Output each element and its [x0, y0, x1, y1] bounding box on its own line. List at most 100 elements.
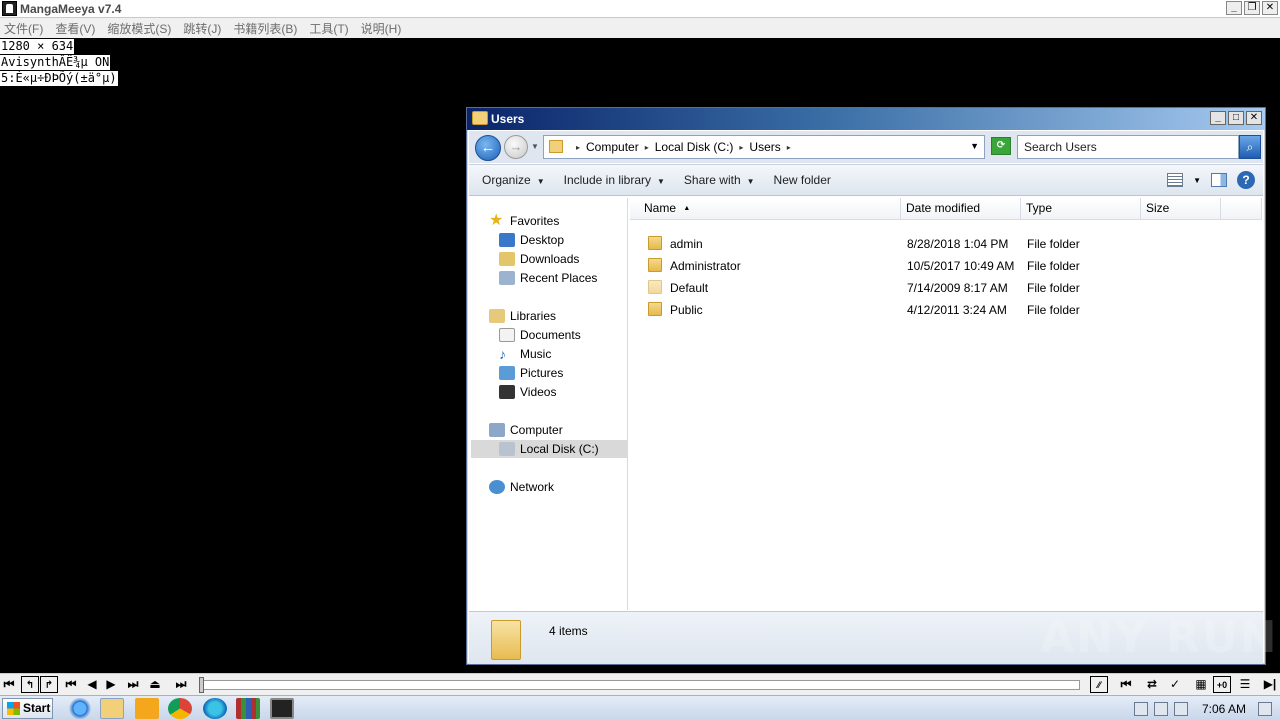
back-arrow-icon[interactable]: ← — [475, 135, 501, 161]
menu-file[interactable]: 文件(F) — [4, 20, 43, 37]
list-icon[interactable]: ☰ — [1236, 676, 1254, 693]
grid-icon[interactable]: ▦ — [1192, 676, 1210, 693]
explorer-close-button[interactable]: ✕ — [1246, 111, 1262, 125]
include-in-library-label: Include in library — [563, 173, 651, 187]
last-page-icon[interactable]: ▶| — [1261, 676, 1279, 693]
new-folder-button[interactable]: New folder — [774, 173, 831, 187]
chevron-right-icon[interactable]: ▸ — [739, 143, 743, 152]
next-book-icon[interactable]: ⏭ — [124, 676, 142, 693]
nav-music[interactable]: ♪ Music — [499, 345, 551, 363]
videos-icon — [499, 385, 515, 399]
column-header-date-modified[interactable]: Date modified — [901, 198, 1021, 220]
menu-view[interactable]: 查看(V) — [55, 20, 95, 37]
swap-direction-icon[interactable]: ⇄ — [1143, 676, 1161, 693]
edge-icon[interactable] — [203, 698, 227, 719]
menu-book-list[interactable]: 书籍列表(B) — [233, 20, 297, 37]
winrar-icon[interactable] — [236, 698, 260, 719]
rotate-right-icon[interactable]: ↱ — [40, 676, 58, 693]
help-icon[interactable]: ? — [1237, 171, 1255, 189]
table-row[interactable]: Administrator 10/5/2017 10:49 AM File fo… — [630, 255, 1262, 277]
table-row[interactable]: Public 4/12/2011 3:24 AM File folder — [630, 299, 1262, 321]
include-in-library-button[interactable]: Include in library ▼ — [564, 173, 665, 187]
slider-thumb[interactable] — [199, 677, 204, 693]
skip-end-icon[interactable]: ⏭ — [172, 676, 190, 693]
mangameeya-app-icon — [2, 1, 17, 16]
chevron-right-icon[interactable]: ▸ — [576, 143, 580, 152]
search-input[interactable]: Search Users — [1017, 135, 1239, 159]
breadcrumb-computer[interactable]: Computer — [586, 140, 639, 154]
explorer-titlebar: Users _ □ ✕ — [467, 108, 1265, 130]
nav-local-disk[interactable]: Local Disk (C:) — [471, 440, 627, 458]
nav-network[interactable]: Network — [489, 478, 554, 496]
change-view-icon[interactable] — [1167, 173, 1184, 187]
skip-start-icon[interactable]: ⏮ — [0, 676, 18, 693]
view-options-dropdown-icon[interactable]: ▼ — [1193, 176, 1201, 185]
close-button[interactable]: ✕ — [1262, 1, 1278, 15]
organize-button[interactable]: Organize ▼ — [482, 173, 545, 187]
breadcrumb-users[interactable]: Users — [749, 140, 780, 154]
page-slider[interactable] — [199, 677, 1080, 693]
previous-page-icon[interactable]: ◀ — [83, 676, 101, 693]
network-status-icon[interactable] — [1153, 701, 1168, 716]
check-icon[interactable]: ✓ — [1166, 676, 1184, 693]
libraries-icon — [489, 309, 505, 323]
info-color-mode: 5:É«µ÷ÐÞÕý(±ä°µ) — [0, 71, 118, 86]
nav-downloads[interactable]: Downloads — [499, 250, 579, 268]
start-button[interactable]: Start — [2, 698, 53, 719]
column-header-type[interactable]: Type — [1021, 198, 1141, 220]
nav-local-disk-label: Local Disk (C:) — [520, 442, 599, 456]
music-icon: ♪ — [499, 346, 506, 362]
menu-zoom-mode[interactable]: 缩放模式(S) — [107, 20, 171, 37]
explorer-title: Users — [491, 112, 525, 126]
flag-icon[interactable] — [1133, 701, 1148, 716]
rotate-left-icon[interactable]: ↰ — [21, 676, 39, 693]
nav-documents[interactable]: Documents — [499, 326, 581, 344]
offset-icon[interactable]: +0 — [1213, 676, 1231, 693]
chevron-right-icon[interactable]: ▸ — [787, 143, 791, 152]
page-mode-icon[interactable]: ⁄⁄ — [1090, 676, 1108, 693]
nav-pictures[interactable]: Pictures — [499, 364, 563, 382]
media-player-icon[interactable] — [135, 698, 159, 719]
next-page-icon[interactable]: ▶ — [102, 676, 120, 693]
clock[interactable]: 7:06 AM — [1202, 702, 1246, 716]
menu-help[interactable]: 说明(H) — [361, 20, 402, 37]
nav-music-label: Music — [520, 347, 552, 361]
address-box[interactable]: ▸ Computer ▸ Local Disk (C:) ▸ Users ▸ ▼ — [543, 135, 985, 159]
recent-pages-dropdown[interactable]: ▼ — [531, 142, 539, 151]
nav-desktop[interactable]: Desktop — [499, 231, 564, 249]
explorer-minimize-button[interactable]: _ — [1210, 111, 1226, 125]
explorer-taskbar-icon[interactable] — [100, 698, 124, 719]
nav-videos[interactable]: Videos — [499, 383, 556, 401]
previous-book-icon[interactable]: ⏮ — [62, 676, 80, 693]
table-row[interactable]: Default 7/14/2009 8:17 AM File folder — [630, 277, 1262, 299]
chevron-right-icon[interactable]: ▸ — [645, 143, 649, 152]
mangameeya-taskbar-icon[interactable] — [270, 698, 294, 719]
restore-button[interactable]: ❐ — [1244, 1, 1260, 15]
file-type: File folder — [1027, 237, 1080, 251]
minimize-button[interactable]: _ — [1226, 1, 1242, 15]
chrome-icon[interactable] — [168, 698, 192, 719]
search-icon[interactable]: ⌕ — [1239, 135, 1261, 159]
menu-tools[interactable]: 工具(T) — [309, 20, 348, 37]
navigation-pane: ★ Favorites Desktop Downloads Recent Plac… — [471, 198, 628, 610]
first-page-icon[interactable]: ⏮ — [1117, 676, 1135, 693]
eject-icon[interactable]: ⏏ — [146, 676, 164, 693]
column-header-name[interactable]: Name ▲ — [630, 198, 901, 220]
table-row[interactable]: admin 8/28/2018 1:04 PM File folder — [630, 233, 1262, 255]
nav-libraries[interactable]: Libraries — [489, 307, 556, 325]
internet-explorer-icon[interactable] — [68, 698, 92, 719]
nav-computer[interactable]: Computer — [489, 421, 563, 439]
nav-recent-places[interactable]: Recent Places — [499, 269, 597, 287]
nav-favorites[interactable]: ★ Favorites — [489, 212, 559, 230]
refresh-icon[interactable]: ⟳ — [991, 137, 1011, 155]
menu-jump[interactable]: 跳转(J) — [183, 20, 221, 37]
explorer-maximize-button[interactable]: □ — [1228, 111, 1244, 125]
show-desktop-icon[interactable] — [1258, 701, 1272, 716]
breadcrumb-local-disk[interactable]: Local Disk (C:) — [655, 140, 734, 154]
forward-arrow-icon[interactable]: → — [504, 135, 528, 159]
volume-icon[interactable] — [1173, 701, 1188, 716]
share-with-button[interactable]: Share with ▼ — [684, 173, 755, 187]
address-dropdown-icon[interactable]: ▼ — [970, 141, 979, 151]
column-header-size[interactable]: Size — [1141, 198, 1221, 220]
preview-pane-icon[interactable] — [1211, 173, 1227, 187]
